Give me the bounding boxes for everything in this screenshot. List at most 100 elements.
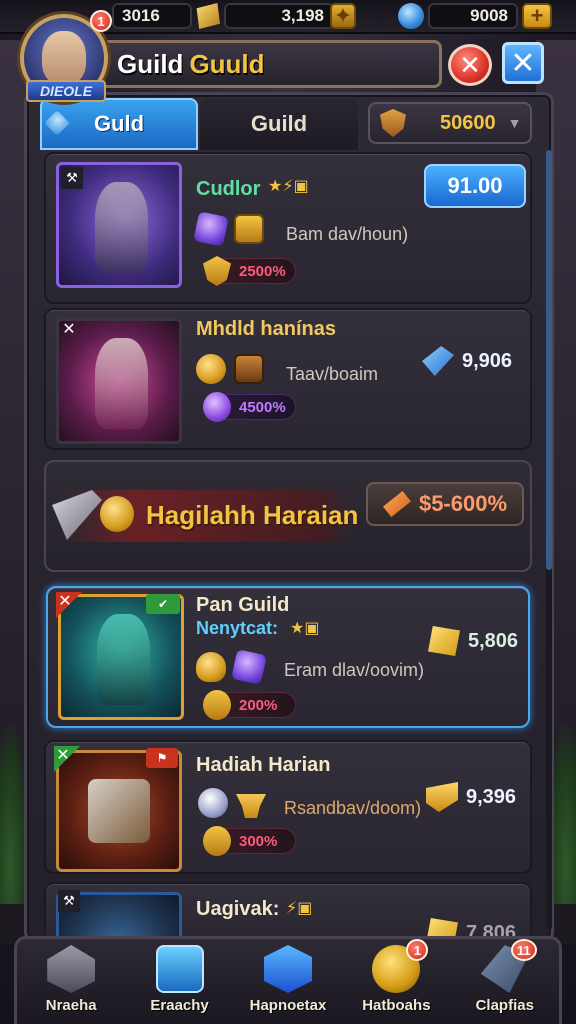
bonus-percent-value: 2500% xyxy=(239,262,286,280)
item-icons xyxy=(196,649,267,685)
buy-button-label: 91.00 xyxy=(447,173,503,198)
nav-item-1[interactable]: Nraeha xyxy=(21,945,121,1014)
coin-icon xyxy=(196,354,226,384)
purple-gem-icon xyxy=(231,649,267,685)
card-desc: Bam dav/houn) xyxy=(286,224,409,244)
nav-label: Eraachy xyxy=(150,997,209,1014)
card-subtitle: Nenytcat: xyxy=(196,618,279,638)
close-icon-red[interactable]: ✕ xyxy=(448,44,492,86)
close-button[interactable]: ✕ xyxy=(502,42,544,84)
gold-bar-icon xyxy=(196,3,220,29)
item-icons xyxy=(198,788,266,818)
currency-selector[interactable]: 50600 ▼ xyxy=(368,102,532,144)
nav-item-2[interactable]: Eraachy xyxy=(130,945,230,1014)
nav-label: Clapfias xyxy=(475,997,534,1014)
card-desc: Rsandbav/doom) xyxy=(284,798,422,818)
tab-guild[interactable]: Guild xyxy=(200,98,358,150)
gems-count: 9008 xyxy=(470,6,508,25)
hero-figure xyxy=(95,181,148,273)
card-title: Mhdld hanínas xyxy=(196,318,336,340)
shield-icon xyxy=(380,109,406,137)
player-avatar[interactable]: DIEOLE 1 xyxy=(20,10,112,106)
bonus-percent-value: 300% xyxy=(239,832,278,850)
check-icon: ✔ xyxy=(146,594,180,614)
reward: 9,396 xyxy=(426,782,516,812)
gold-coin-icon xyxy=(203,826,231,856)
bonus-percent: 4500% xyxy=(203,392,296,422)
silver-orb-icon xyxy=(198,788,228,818)
add-gold-button[interactable]: ✦ xyxy=(330,3,356,29)
banner-price: $5-600% xyxy=(418,491,508,516)
gold-shield-icon xyxy=(203,256,231,286)
nav-item-3[interactable]: Hapnoetax xyxy=(238,945,338,1014)
reward-value: 5,806 xyxy=(468,629,519,652)
resource-gold: 3,198 ✦ xyxy=(194,2,356,30)
stars-icon: ★⚡▣ xyxy=(268,178,309,195)
wrench-icon: ⚒ xyxy=(61,167,83,189)
card-title: Pan Guild xyxy=(196,594,290,616)
title-part1: Guild xyxy=(117,48,184,79)
list-item[interactable]: ⚒ Uagivak: ⚡▣ 7 806 xyxy=(44,882,532,942)
gold-count: 3,198 xyxy=(281,6,324,25)
card-title: Uagivak: xyxy=(196,898,280,920)
reward-value: 9,396 xyxy=(466,785,517,808)
item-icons xyxy=(193,211,264,247)
resource-badges: 3016 xyxy=(112,2,192,30)
blue-crystal-icon xyxy=(422,346,454,376)
gold-coin-icon xyxy=(203,690,231,720)
window-title: Guild Guuld xyxy=(96,40,442,88)
blue-crystal-icon xyxy=(263,945,312,993)
gold-box-icon xyxy=(234,214,264,244)
anvil-icon xyxy=(236,794,266,818)
wrench-icon: ⚒ xyxy=(58,890,80,912)
tab-guild-label: Guild xyxy=(250,111,308,136)
bonus-percent: 300% xyxy=(203,826,296,856)
list-item[interactable]: ✕ ⚑ Hadiah Harian Rsandbav/doom) 300% 9,… xyxy=(44,740,532,874)
notification-badge: 1 xyxy=(90,10,112,32)
banner-title: Hagilahh Haraian xyxy=(146,500,359,530)
gems-count-pill: 9008 xyxy=(428,3,518,29)
tab-guld-label: Guld xyxy=(93,111,145,136)
coin-icon xyxy=(100,496,134,532)
nav-item-5[interactable]: Clapfias 11 xyxy=(455,939,555,1014)
gold-crystal-icon xyxy=(428,626,460,656)
nav-label: Nraeha xyxy=(45,997,97,1014)
card-desc: Eram dlav/oovim) xyxy=(284,660,425,680)
list-item[interactable]: ⚒ Cudlor ★⚡▣ Bam dav/houn) 2500% 91.00 xyxy=(44,152,532,304)
avatar-ribbon: DIEOLE xyxy=(26,80,106,102)
card-title: Cudlor xyxy=(196,178,261,200)
title-icons: ⚡▣ xyxy=(286,898,312,918)
card-title: Hadiah Harian xyxy=(196,754,331,776)
avatar-face xyxy=(42,31,86,85)
bonus-percent: 2500% xyxy=(203,256,296,286)
nav-item-4[interactable]: Hatboahs 1 xyxy=(346,939,446,1014)
scrollbar-thumb[interactable] xyxy=(546,150,552,570)
purple-orb-icon xyxy=(203,392,231,422)
stars-icon: ★▣ xyxy=(290,620,320,637)
nav-label: Hapnoetax xyxy=(249,997,327,1014)
banner-buy-button[interactable]: $5-600% xyxy=(366,482,524,526)
item-portrait xyxy=(56,750,182,872)
gold-coins-icon xyxy=(196,652,226,682)
list-item[interactable]: ✕ Mhdld hanínas Taav/boaim 4500% 9,906 xyxy=(44,308,532,450)
bonus-percent-value: 4500% xyxy=(239,398,286,416)
chevron-down-icon: ▼ xyxy=(507,115,522,131)
buy-button[interactable]: 91.00 xyxy=(424,164,526,208)
close-icon[interactable]: ✕ xyxy=(56,316,82,342)
reward-value: 9,906 xyxy=(462,349,513,372)
item-icons xyxy=(196,354,264,384)
title-icons: ★▣ xyxy=(290,618,319,638)
bottom-nav: Nraeha Eraachy Hapnoetax Hatboahs 1 Clap… xyxy=(14,936,562,1024)
flag-icon: ⚑ xyxy=(146,748,178,768)
stars-icon: ⚡▣ xyxy=(286,900,313,917)
gold-anvil-icon xyxy=(426,782,458,812)
add-gems-button[interactable]: + xyxy=(522,3,552,29)
notification-badge: 1 xyxy=(406,939,429,961)
resource-gems: 9008 + xyxy=(398,2,552,30)
gold-count-pill: 3,198 xyxy=(224,3,334,29)
list-item[interactable]: ✕ ✔ Pan Guild Nenytcat: ★▣ Eram dlav/oov… xyxy=(46,586,530,728)
bonus-percent: 200% xyxy=(203,690,296,720)
title-icons: ★⚡▣ xyxy=(268,176,309,196)
badges-count-pill: 3016 xyxy=(112,3,192,29)
gate-icon xyxy=(234,354,264,384)
